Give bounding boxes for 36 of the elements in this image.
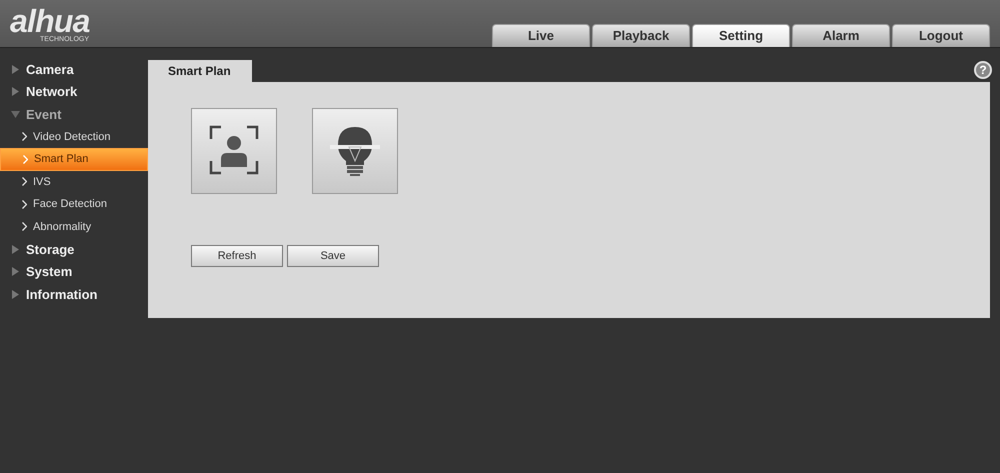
chevron-right-icon [22,200,27,209]
nav-tab[interactable]: Playback [592,24,690,47]
chevron-right-icon [22,222,27,232]
nav-tab[interactable]: Logout [892,24,990,47]
sidebar-item[interactable]: Information [0,283,148,306]
sidebar-subitem[interactable]: Abnormality [0,216,148,238]
sidebar-subitem[interactable]: Face Detection [0,193,148,216]
chevron-right-icon [22,132,27,142]
sidebar-subitem[interactable]: Video Detection [0,126,148,148]
nav-tab[interactable]: Alarm [792,24,890,47]
sidebar-subitem[interactable]: Smart Plan [0,148,148,170]
caret-right-icon [11,290,20,299]
sidebar-item[interactable]: Storage [0,238,148,260]
chevron-right-icon [23,154,28,164]
action-button[interactable]: Refresh [191,245,283,267]
help-button[interactable]: ? [974,61,992,79]
logo-text: alhua [10,6,90,36]
light-bulb-tile[interactable] [312,108,398,194]
panel-tab[interactable]: Smart Plan [148,60,252,82]
caret-right-icon [11,267,20,276]
action-button[interactable]: Save [287,245,379,267]
caret-right-icon [11,87,20,96]
chevron-right-icon [22,177,27,186]
caret-down-icon [11,110,20,119]
face-detection-icon [208,125,260,177]
caret-right-icon [11,244,20,254]
face-detection-tile[interactable] [191,108,277,194]
caret-right-icon [11,64,20,74]
light-bulb-icon [329,125,381,177]
sidebar-item[interactable]: Event [0,103,148,126]
nav-tab[interactable]: Setting [692,24,790,47]
sidebar-item[interactable]: System [0,260,148,283]
sidebar-subitem[interactable]: IVS [0,170,148,193]
sidebar-item[interactable]: Network [0,80,148,103]
nav-tab[interactable]: Live [492,24,590,47]
sidebar-item[interactable]: Camera [0,58,148,80]
